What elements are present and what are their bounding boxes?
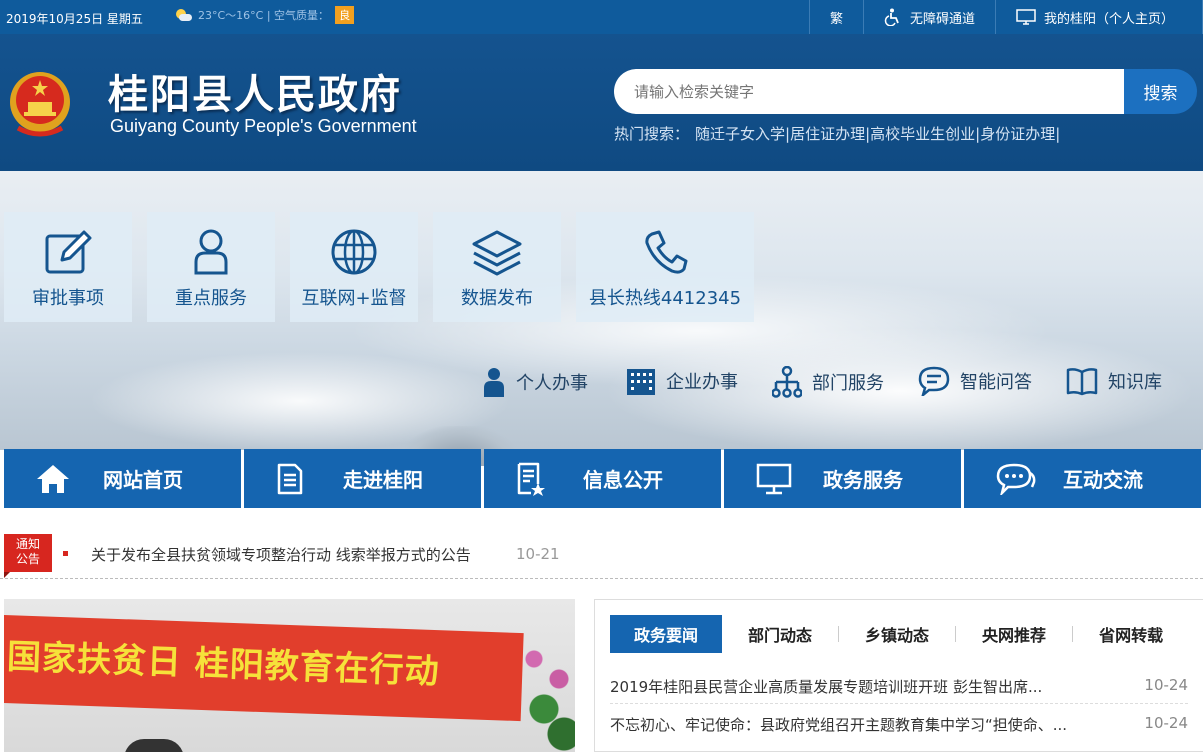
hot-search-item[interactable]: 居住证办理| — [790, 123, 870, 144]
tile-label: 数据发布 — [461, 288, 533, 309]
phone-icon — [645, 230, 688, 274]
national-emblem-icon — [10, 72, 70, 137]
tab-gov-news[interactable]: 政务要闻 — [610, 615, 723, 653]
news-item-date: 10-24 — [1144, 676, 1188, 694]
top-links: 繁 无障碍通道 我的桂阳（个人主页） — [808, 0, 1203, 34]
search-button[interactable]: 搜索 — [1124, 69, 1197, 114]
news-item-title: 2019年桂阳县民营企业高质量发展专题培训班开班 彭生智出席... — [610, 678, 1043, 696]
quick-link-enterprise[interactable]: 企业办事 — [626, 366, 738, 396]
nav-label: 信息公开 — [583, 468, 663, 492]
document-icon — [277, 463, 303, 494]
nav-info-disclosure[interactable]: 信息公开 — [484, 449, 721, 508]
news-item[interactable]: 不忘初心、牢记使命：县政府党组召开主题教育集中学习“担使命、... 10-24 — [610, 705, 1188, 742]
tile-label: 互联网+监督 — [301, 288, 407, 309]
chat-icon — [996, 463, 1036, 495]
doc-star-icon — [517, 462, 545, 496]
accessibility-label: 无障碍通道 — [909, 11, 975, 27]
nav-about-guiyang[interactable]: 走进桂阳 — [244, 449, 481, 508]
tab-township-news[interactable]: 乡镇动态 — [839, 615, 955, 653]
tab-provincial-repost[interactable]: 省网转载 — [1073, 615, 1189, 653]
wheelchair-icon — [884, 8, 899, 26]
notice-badge-line: 通知 — [15, 537, 40, 551]
nav-label: 网站首页 — [103, 468, 183, 492]
tile-county-hotline[interactable]: 县长热线4412345 — [576, 212, 754, 322]
weather-cloudy-sun-icon — [174, 8, 192, 22]
top-bar: 2019年10月25日 星期五 23°C～16°C | 空气质量： 良 繁 无障… — [0, 0, 1203, 34]
weather-info: 23°C～16°C | 空气质量： 良 — [174, 6, 355, 24]
building-icon — [627, 369, 655, 395]
site-title: 桂阳县人民政府 — [108, 71, 402, 118]
hot-search-item[interactable]: 随迁子女入学| — [695, 123, 790, 144]
quick-link-label: 企业办事 — [666, 372, 738, 393]
notice-link[interactable]: 关于发布全县扶贫领域专项整治行动 线索举报方式的公告 — [91, 544, 471, 565]
news-item-date: 10-24 — [1144, 714, 1188, 732]
nav-label: 走进桂阳 — [343, 468, 423, 492]
quick-link-label: 部门服务 — [812, 373, 884, 394]
hot-search-item[interactable]: 身份证办理| — [980, 123, 1060, 144]
book-icon — [1066, 368, 1098, 396]
quick-link-knowledge-base[interactable]: 知识库 — [1066, 366, 1162, 396]
notice-badge-line: 公告 — [15, 552, 40, 566]
traditional-chinese-label: 繁 — [829, 11, 843, 27]
nav-label: 互动交流 — [1063, 468, 1143, 492]
news-panel: 政务要闻 部门动态 乡镇动态 央网推荐 省网转载 2019年桂阳县民营企业高质量… — [594, 599, 1203, 752]
news-item[interactable]: 2019年桂阳县民营企业高质量发展专题培训班开班 彭生智出席... 10-24 — [610, 667, 1188, 704]
nav-gov-services[interactable]: 政务服务 — [724, 449, 961, 508]
photo-person-head — [124, 739, 184, 752]
news-photo[interactable]: 国家扶贫日 桂阳教育在行动 — [4, 599, 575, 752]
quick-link-label: 智能问答 — [960, 372, 1032, 393]
current-date: 2019年10月25日 星期五 — [6, 12, 143, 26]
nav-home[interactable]: 网站首页 — [4, 449, 241, 508]
main-nav: 网站首页 走进桂阳 信息公开 政务服务 互动交流 — [4, 449, 1203, 508]
edit-icon — [45, 230, 92, 274]
nav-interaction[interactable]: 互动交流 — [964, 449, 1201, 508]
tile-data-release[interactable]: 数据发布 — [433, 212, 561, 322]
hot-search-label: 热门搜索： — [614, 125, 690, 143]
notice-bullet — [63, 551, 68, 556]
quick-link-smart-qa[interactable]: 智能问答 — [918, 366, 1032, 396]
chat-bubble-icon — [918, 366, 950, 396]
air-quality-badge: 良 — [335, 6, 355, 24]
news-item-title: 不忘初心、牢记使命：县政府党组召开主题教育集中学习“担使命、... — [610, 716, 1068, 734]
quick-link-label: 个人办事 — [516, 373, 588, 394]
globe-icon — [331, 229, 377, 275]
notice-date: 10-21 — [516, 545, 560, 563]
tile-internet-supervision[interactable]: 互联网+监督 — [290, 212, 418, 322]
tab-department-news[interactable]: 部门动态 — [722, 615, 838, 653]
monitor-small-icon — [1016, 9, 1036, 25]
site-header: 桂阳县人民政府 Guiyang County People's Governme… — [0, 34, 1203, 171]
home-icon — [37, 464, 69, 493]
tab-central-recommend[interactable]: 央网推荐 — [956, 615, 1072, 653]
accessibility-link[interactable]: 无障碍通道 — [862, 0, 995, 34]
user-icon — [484, 368, 504, 397]
photo-flowers — [514, 639, 575, 752]
weather-text: 23°C～16°C | 空气质量： — [198, 9, 330, 22]
nav-label: 政务服务 — [823, 468, 903, 492]
tile-approval-items[interactable]: 审批事项 — [4, 212, 132, 322]
my-guiyang-link[interactable]: 我的桂阳（个人主页） — [995, 0, 1203, 34]
divider — [0, 578, 1203, 579]
hot-search: 热门搜索： 随迁子女入学| 居住证办理| 高校毕业生创业| 身份证办理| — [614, 123, 1060, 144]
traditional-chinese-link[interactable]: 繁 — [808, 0, 863, 34]
monitor-icon — [756, 463, 792, 494]
quick-link-personal[interactable]: 个人办事 — [482, 366, 588, 398]
my-guiyang-label: 我的桂阳（个人主页） — [1044, 11, 1175, 27]
search-input[interactable] — [614, 69, 1125, 114]
site-subtitle: Guiyang County People's Government — [110, 116, 417, 136]
tile-label: 重点服务 — [175, 288, 247, 309]
notice-badge: 通知 公告 — [4, 534, 52, 578]
person-icon — [194, 229, 228, 275]
tile-label: 审批事项 — [32, 288, 104, 309]
tile-label: 县长热线4412345 — [588, 288, 742, 309]
layers-icon — [472, 230, 522, 276]
hot-search-item[interactable]: 高校毕业生创业| — [870, 123, 980, 144]
quick-link-department[interactable]: 部门服务 — [772, 366, 884, 398]
news-tabs: 政务要闻 部门动态 乡镇动态 央网推荐 省网转载 — [610, 615, 1189, 653]
tile-key-services[interactable]: 重点服务 — [147, 212, 275, 322]
quick-link-label: 知识库 — [1108, 372, 1162, 393]
org-chart-icon — [772, 366, 802, 398]
